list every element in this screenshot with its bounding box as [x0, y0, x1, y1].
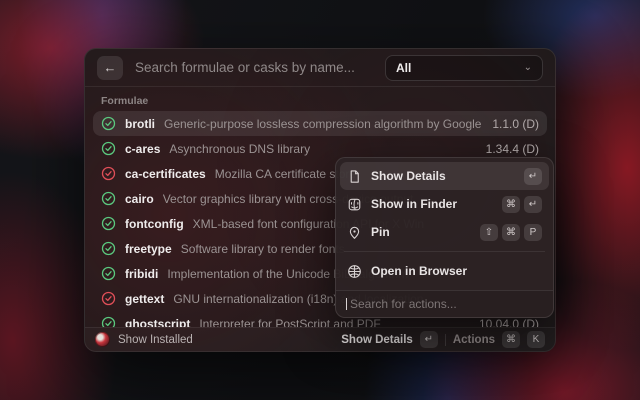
document-icon	[347, 169, 362, 184]
check-circle-icon	[101, 191, 116, 206]
menu-item-shortcut: ⌘↵	[502, 196, 542, 213]
shortcut-key-icon: P	[524, 224, 542, 241]
formula-name: ghostscript	[125, 317, 190, 328]
formula-version: 1.34.4 (D)	[486, 142, 539, 156]
finder-icon	[347, 197, 362, 212]
action-search-placeholder: Search for actions...	[348, 297, 457, 311]
formula-name: cairo	[125, 192, 154, 206]
formula-row-brotli[interactable]: brotli Generic-purpose lossless compressi…	[93, 111, 547, 136]
homebrew-icon	[95, 332, 110, 347]
check-circle-icon	[101, 116, 116, 131]
menu-item-label: Show in Finder	[371, 197, 493, 211]
statusbar-divider	[445, 334, 446, 346]
formula-version: 10.04.0 (D)	[479, 317, 539, 328]
filter-dropdown-value: All	[396, 61, 411, 75]
search-header: ← Search formulae or casks by name... Al…	[85, 49, 555, 87]
back-arrow-icon: ←	[104, 60, 117, 75]
formula-name: fontconfig	[125, 217, 184, 231]
shortcut-key-icon: ⌘	[502, 224, 520, 241]
formula-name: brotli	[125, 117, 155, 131]
menu-item-show-in-finder[interactable]: Show in Finder ⌘↵	[340, 190, 549, 218]
action-menu: Show Details↵Show in Finder⌘↵Pin⇧⌘POpen …	[335, 157, 554, 318]
return-key-icon: ↵	[420, 331, 438, 348]
menu-group-divider	[344, 251, 545, 252]
formula-name: ca-certificates	[125, 167, 206, 181]
check-circle-icon	[101, 141, 116, 156]
chevron-down-icon: ⌄	[524, 62, 532, 73]
shortcut-key-icon: ↵	[524, 168, 542, 185]
check-circle-icon	[101, 216, 116, 231]
menu-item-label: Show Details	[371, 169, 515, 183]
check-circle-icon	[101, 241, 116, 256]
menu-item-shortcut: ⇧⌘P	[480, 224, 542, 241]
menu-item-show-details[interactable]: Show Details ↵	[340, 162, 549, 190]
menu-item-pin[interactable]: Pin ⇧⌘P	[340, 218, 549, 246]
check-circle-icon	[101, 291, 116, 306]
pin-icon	[347, 225, 362, 240]
check-circle-icon	[101, 266, 116, 281]
formula-name: fribidi	[125, 267, 158, 281]
menu-item-label: Open in Browser	[371, 264, 533, 278]
formula-description: Interpreter for PostScript and PDF	[199, 317, 470, 328]
formula-name: gettext	[125, 292, 164, 306]
menu-item-label: Pin	[371, 225, 471, 239]
show-installed-label[interactable]: Show Installed	[118, 334, 193, 346]
menu-item-shortcut: ↵	[524, 168, 542, 185]
action-menu-items: Show Details↵Show in Finder⌘↵Pin⇧⌘POpen …	[336, 158, 553, 290]
show-details-action[interactable]: Show Details	[341, 334, 413, 346]
check-circle-icon	[101, 316, 116, 327]
filter-dropdown[interactable]: All ⌄	[385, 55, 543, 81]
check-circle-icon	[101, 166, 116, 181]
shortcut-key-icon: ↵	[524, 196, 542, 213]
text-caret	[346, 298, 347, 310]
search-input[interactable]: Search formulae or casks by name...	[135, 60, 373, 75]
menu-item-open-in-browser[interactable]: Open in Browser	[340, 257, 549, 285]
globe-icon	[347, 264, 362, 279]
status-bar: Show Installed Show Details ↵ Actions ⌘ …	[85, 327, 555, 351]
k-key-icon: K	[527, 331, 545, 348]
formula-name: freetype	[125, 242, 172, 256]
section-label: Formulae	[85, 87, 555, 111]
formula-version: 1.1.0 (D)	[492, 117, 539, 131]
actions-button[interactable]: Actions	[453, 334, 495, 346]
shortcut-key-icon: ⌘	[502, 196, 520, 213]
formula-description: Generic-purpose lossless compression alg…	[164, 117, 483, 131]
action-menu-search[interactable]: Search for actions...	[336, 290, 553, 317]
formula-name: c-ares	[125, 142, 160, 156]
shortcut-key-icon: ⇧	[480, 224, 498, 241]
back-button[interactable]: ←	[97, 56, 123, 80]
formula-description: Asynchronous DNS library	[169, 142, 476, 156]
command-key-icon: ⌘	[502, 331, 520, 348]
